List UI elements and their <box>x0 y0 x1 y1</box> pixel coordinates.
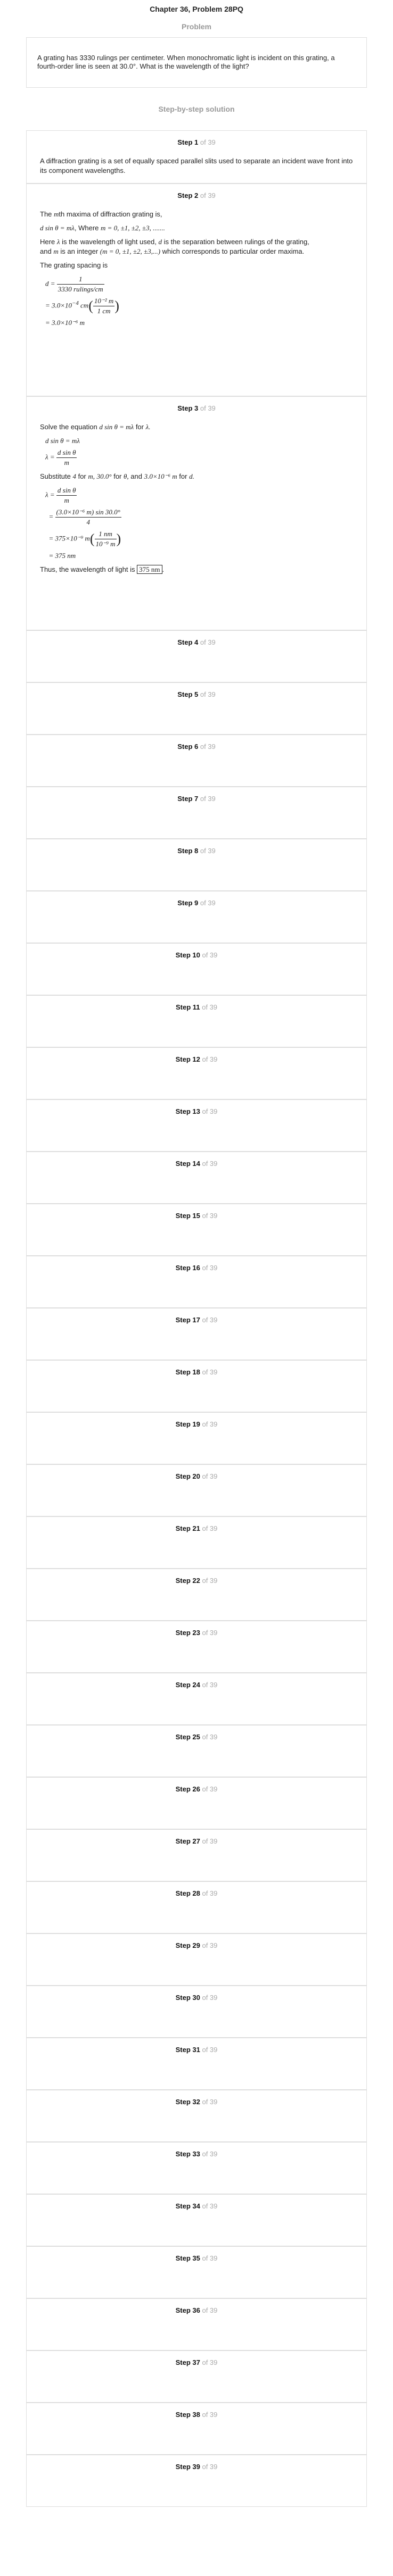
page-title: Chapter 36, Problem 28PQ <box>150 5 243 13</box>
step-card-15: Step 15 of 39 <box>26 1204 367 1256</box>
step-title: Step 27 of 39 <box>175 1837 218 1845</box>
step-title: Step 18 of 39 <box>175 1368 218 1376</box>
problem-heading: Problem <box>181 22 211 31</box>
step-card-8: Step 8 of 39 <box>26 839 367 891</box>
solution-heading: Step-by-step solution <box>158 105 235 113</box>
step-card-36: Step 36 of 39 <box>26 2298 367 2350</box>
step-card-3: Step 3 of 39 Solve the equation d sin θ … <box>26 396 367 630</box>
step-card-28: Step 28 of 39 <box>26 1881 367 1933</box>
step-card-35: Step 35 of 39 <box>26 2246 367 2298</box>
step-title: Step 7 of 39 <box>177 795 216 803</box>
step-title: Step 8 of 39 <box>177 847 216 855</box>
step-card-32: Step 32 of 39 <box>26 2090 367 2142</box>
step-card-4: Step 4 of 39 <box>26 630 367 682</box>
step-title: Step 16 of 39 <box>175 1264 218 1272</box>
step-card-12: Step 12 of 39 <box>26 1047 367 1099</box>
step-title: Step 12 of 39 <box>175 1055 218 1063</box>
step-card-7: Step 7 of 39 <box>26 787 367 839</box>
step-card-6: Step 6 of 39 <box>26 735 367 787</box>
step-title: Step 9 of 39 <box>177 899 216 907</box>
step-title: Step 5 of 39 <box>177 690 216 698</box>
step-card-16: Step 16 of 39 <box>26 1256 367 1308</box>
step-title: Step 31 of 39 <box>175 2046 218 2054</box>
step-card-19: Step 19 of 39 <box>26 1412 367 1464</box>
step-title: Step 11 of 39 <box>175 1003 218 1011</box>
empty-steps-list: Step 4 of 39 Step 5 of 39 Step 6 of 39 Step… <box>0 630 393 2507</box>
step-card-27: Step 27 of 39 <box>26 1829 367 1881</box>
step-title: Step 20 of 39 <box>175 1472 218 1480</box>
step-title: Step 32 of 39 <box>175 2098 218 2106</box>
step-text: A diffraction grating is a set of equall… <box>40 157 353 174</box>
step-title: Step 34 of 39 <box>175 2202 218 2210</box>
step-title: Step 33 of 39 <box>175 2150 218 2158</box>
step-title: Step 38 of 39 <box>175 2411 218 2419</box>
step-title: Step 23 of 39 <box>175 1629 218 1637</box>
step-card-29: Step 29 of 39 <box>26 1933 367 1986</box>
step-title: Step 21 of 39 <box>175 1524 218 1532</box>
step-title: Step 25 of 39 <box>175 1733 218 1741</box>
step-title: Step 6 of 39 <box>177 743 216 751</box>
step-card-10: Step 10 of 39 <box>26 943 367 995</box>
step-title: Step 36 of 39 <box>175 2306 218 2314</box>
step-title: Step 22 of 39 <box>175 1577 218 1585</box>
step-title: Step 10 of 39 <box>175 951 218 959</box>
step-title: Step 35 of 39 <box>175 2254 218 2262</box>
step-title: Step 19 of 39 <box>175 1420 218 1428</box>
step-title: Step 4 of 39 <box>177 638 216 646</box>
equation: = 3.0×10⁻⁶ m <box>45 319 85 327</box>
step-title: Step 30 of 39 <box>175 1994 218 2002</box>
step-card-24: Step 24 of 39 <box>26 1673 367 1725</box>
step-title: Step 28 of 39 <box>175 1889 218 1897</box>
step-title: Step 24 of 39 <box>175 1681 218 1689</box>
step-card-25: Step 25 of 39 <box>26 1725 367 1777</box>
step-title: Step 37 of 39 <box>175 2358 218 2366</box>
step-title: Step 26 of 39 <box>175 1785 218 1793</box>
step-card-14: Step 14 of 39 <box>26 1152 367 1204</box>
step-body: Solve the equation d sin θ = mλ for λ. d… <box>40 423 194 574</box>
step-card-13: Step 13 of 39 <box>26 1099 367 1152</box>
step-title: Step 2 of 39 <box>177 191 216 199</box>
step-title: Step 39 of 39 <box>175 2463 218 2471</box>
step-card-17: Step 17 of 39 <box>26 1308 367 1360</box>
equation: d = 1 3330 rulings/cm <box>45 275 104 293</box>
step-card-31: Step 31 of 39 <box>26 2038 367 2090</box>
step-card-2: Step 2 of 39 The mth maxima of diffracti… <box>26 184 367 396</box>
step-title: Step 1 of 39 <box>177 138 216 146</box>
step-card-22: Step 22 of 39 <box>26 1569 367 1621</box>
step-card-23: Step 23 of 39 <box>26 1621 367 1673</box>
problem-card: A grating has 3330 rulings per centimete… <box>26 37 367 88</box>
step-card-34: Step 34 of 39 <box>26 2194 367 2246</box>
step-card-1: Step 1 of 39 A diffraction grating is a … <box>26 130 367 184</box>
step-title: Step 13 of 39 <box>175 1107 218 1115</box>
step-card-18: Step 18 of 39 <box>26 1360 367 1412</box>
step-card-9: Step 9 of 39 <box>26 891 367 943</box>
step-title: Step 3 of 39 <box>177 404 216 412</box>
step-card-30: Step 30 of 39 <box>26 1986 367 2038</box>
step-card-11: Step 11 of 39 <box>26 995 367 1047</box>
step-card-26: Step 26 of 39 <box>26 1777 367 1829</box>
step-card-20: Step 20 of 39 <box>26 1464 367 1516</box>
step-card-5: Step 5 of 39 <box>26 682 367 735</box>
answer-box: 375 nm <box>137 565 162 574</box>
step-card-33: Step 33 of 39 <box>26 2142 367 2194</box>
step-title: Step 14 of 39 <box>175 1160 218 1168</box>
equation: = 3.0×10−4 cm(10⁻² m1 cm) <box>45 297 119 315</box>
step-title: Step 17 of 39 <box>175 1316 218 1324</box>
step-body: The mth maxima of diffraction grating is… <box>27 210 366 328</box>
problem-text: A grating has 3330 rulings per centimete… <box>37 54 335 70</box>
step-card-38: Step 38 of 39 <box>26 2403 367 2455</box>
step-title: Step 15 of 39 <box>175 1212 218 1220</box>
step-card-21: Step 21 of 39 <box>26 1516 367 1569</box>
step-card-39: Step 39 of 39 <box>26 2455 367 2507</box>
step-card-37: Step 37 of 39 <box>26 2350 367 2403</box>
step-title: Step 29 of 39 <box>175 1941 218 1949</box>
